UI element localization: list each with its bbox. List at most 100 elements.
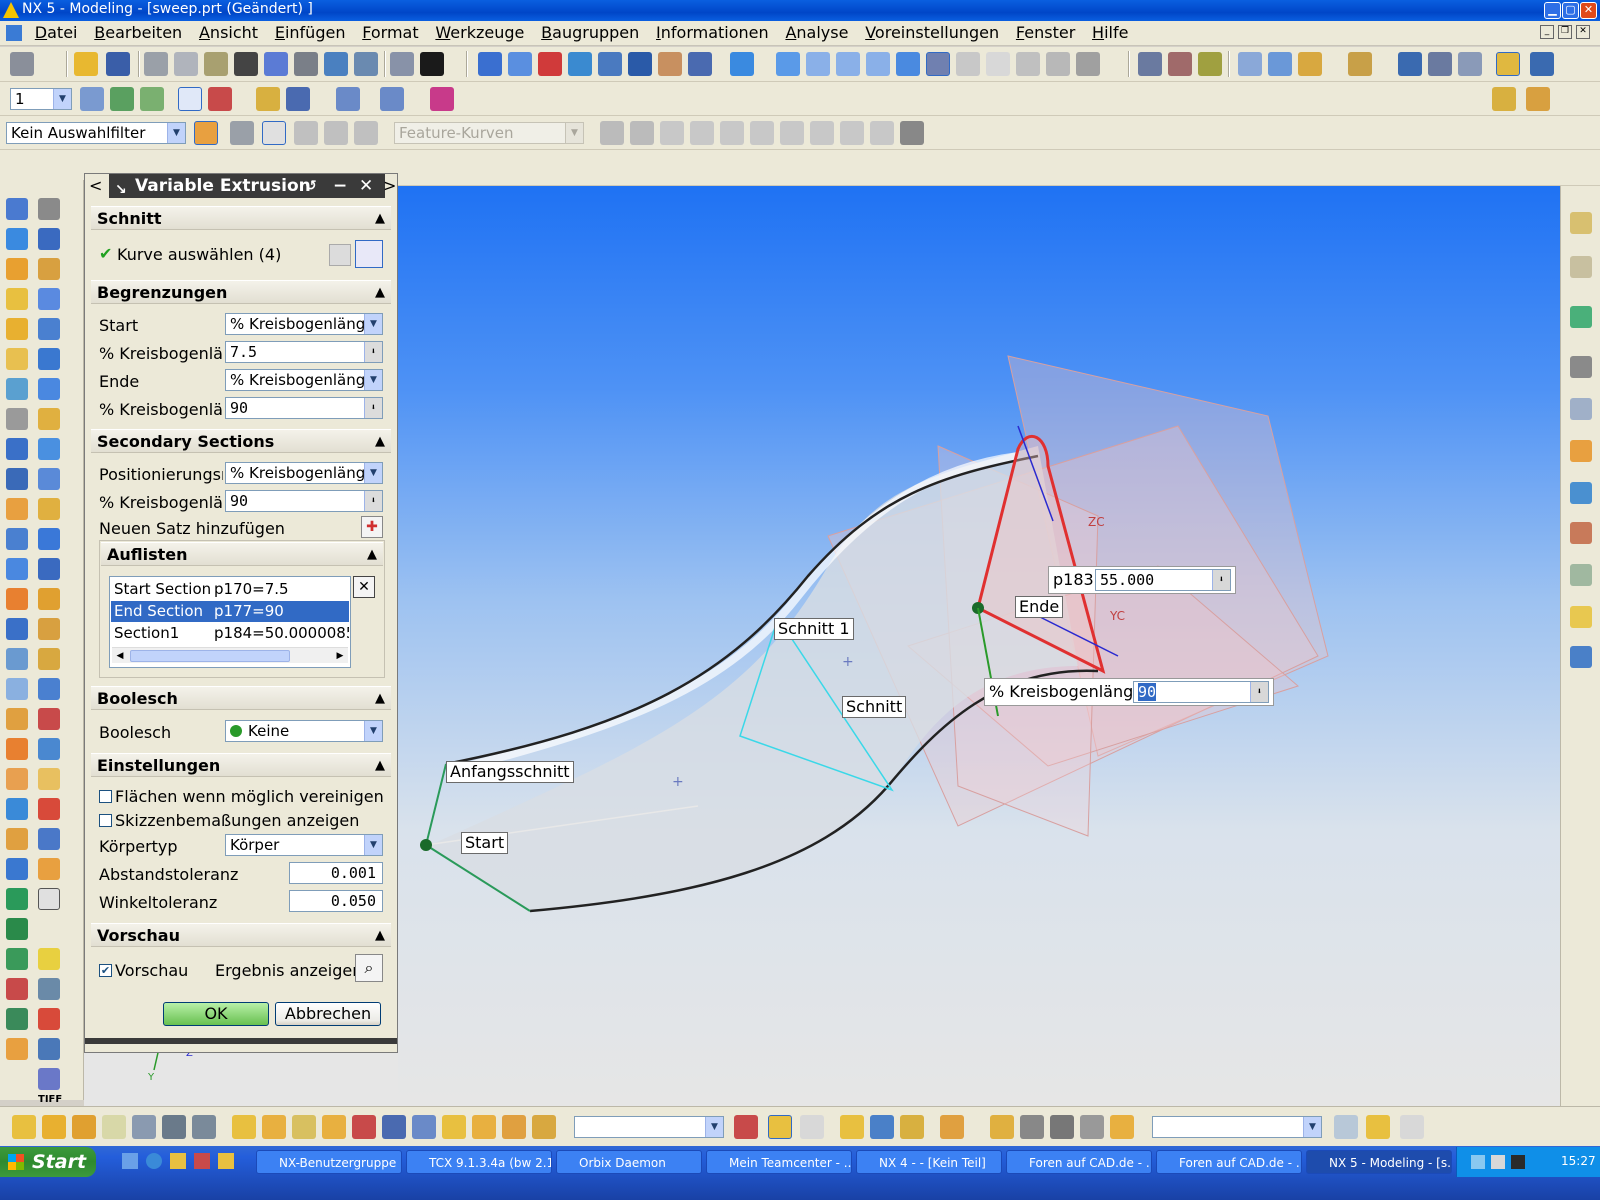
intersect-curve-icon[interactable]: [162, 1115, 186, 1139]
spline-icon[interactable]: [6, 978, 28, 1000]
section-curve-icon[interactable]: [192, 1115, 216, 1139]
anfangsschnitt-label[interactable]: Anfangsschnitt: [446, 761, 574, 783]
doc-close-icon[interactable]: ✕: [1576, 25, 1590, 39]
through-curves-icon[interactable]: [6, 678, 28, 700]
list-item[interactable]: Start Section p170=7.5: [111, 579, 349, 600]
properties-icon[interactable]: [1080, 1115, 1104, 1139]
tray-security-icon[interactable]: [1511, 1155, 1525, 1169]
graph-icon[interactable]: [1400, 1115, 1424, 1139]
intersect-icon[interactable]: [38, 408, 60, 430]
snap-point-on-curve-icon[interactable]: [840, 121, 864, 145]
close-icon[interactable]: ✕: [359, 174, 373, 198]
view-trimetric-icon[interactable]: [896, 52, 920, 76]
document-icon[interactable]: [6, 25, 22, 41]
groove-icon[interactable]: [38, 348, 60, 370]
curve-edit-icon[interactable]: [42, 1115, 66, 1139]
tube-icon[interactable]: [38, 618, 60, 640]
distance-tolerance-input[interactable]: 0.001: [289, 862, 383, 884]
snap-bounded-icon[interactable]: [870, 121, 894, 145]
curve-icon[interactable]: [12, 1115, 36, 1139]
hole-icon[interactable]: [6, 288, 28, 310]
sew-icon[interactable]: [6, 588, 28, 610]
merge-faces-label[interactable]: Flächen wenn möglich vereinigen: [115, 787, 384, 806]
constraint-icon[interactable]: [1458, 52, 1482, 76]
show-result-button[interactable]: ⌕: [355, 954, 383, 982]
system-materials-icon[interactable]: [1570, 398, 1592, 420]
bottom-select-2[interactable]: ▼: [1152, 1116, 1322, 1138]
snap-end-icon[interactable]: [294, 121, 318, 145]
deselect-icon[interactable]: [230, 121, 254, 145]
studio-icon[interactable]: [1046, 52, 1070, 76]
maximize-button[interactable]: ▢: [1562, 2, 1579, 19]
draft-icon[interactable]: [38, 468, 60, 490]
sweep-icon[interactable]: [6, 618, 28, 640]
measure-icon[interactable]: [1138, 52, 1162, 76]
menu-ansicht[interactable]: Ansicht: [193, 21, 264, 45]
snap-tangent-icon[interactable]: [690, 121, 714, 145]
book-icon[interactable]: [38, 228, 60, 250]
view-top-icon[interactable]: [806, 52, 830, 76]
curve-length-icon[interactable]: [412, 1115, 436, 1139]
end-pct-input[interactable]: 90 ⬇: [225, 397, 383, 419]
template-icon[interactable]: [1570, 606, 1592, 628]
active-curve-icon[interactable]: [768, 1115, 792, 1139]
attribute-icon[interactable]: [1110, 1115, 1134, 1139]
split-icon[interactable]: [38, 558, 60, 580]
schnitt-label[interactable]: Schnitt: [842, 696, 907, 718]
task-nx-benutzergruppe[interactable]: NX-Benutzergruppe ...: [256, 1150, 402, 1174]
slot-icon[interactable]: [6, 348, 28, 370]
zoom-window-icon[interactable]: [568, 52, 592, 76]
copy-to-layer-icon[interactable]: [140, 87, 164, 111]
studio-surface-icon[interactable]: [38, 858, 60, 880]
project-curve-icon[interactable]: [132, 1115, 156, 1139]
datum-icon[interactable]: [1268, 52, 1292, 76]
task-orbix-daemon[interactable]: Orbix Daemon: [556, 1150, 702, 1174]
styled-blend-icon[interactable]: [6, 828, 28, 850]
extension-icon[interactable]: [6, 768, 28, 790]
roles-icon[interactable]: [1570, 482, 1592, 504]
render-style-icon[interactable]: [926, 52, 950, 76]
bounded-plane-icon[interactable]: [38, 708, 60, 730]
group-icon[interactable]: [1020, 1115, 1044, 1139]
wave-icon[interactable]: [1496, 52, 1520, 76]
arc-length-value-input[interactable]: 90 ⬇: [1133, 681, 1269, 703]
menu-format[interactable]: Format: [356, 21, 424, 45]
quicklaunch-app-icon[interactable]: [170, 1153, 186, 1169]
menu-einfuegen[interactable]: Einfügen: [269, 21, 352, 45]
section-header-secondary[interactable]: Secondary Sections ▲: [91, 429, 391, 453]
cut-icon[interactable]: [144, 52, 168, 76]
view-iso-icon[interactable]: [776, 52, 800, 76]
snap-point-icon[interactable]: [430, 87, 454, 111]
cylinder-icon[interactable]: [38, 258, 60, 280]
quicklaunch-app3-icon[interactable]: [218, 1153, 234, 1169]
list-item[interactable]: Section1 p184=50.0000085: [111, 623, 349, 644]
section-header-schnitt[interactable]: Schnitt ▲: [91, 206, 391, 230]
select-body-icon[interactable]: [262, 121, 286, 145]
pan-icon[interactable]: [658, 52, 682, 76]
menu-baugruppen[interactable]: Baugruppen: [535, 21, 645, 45]
move-object-icon[interactable]: [940, 1115, 964, 1139]
clock[interactable]: 15:27: [1561, 1154, 1596, 1168]
show-sketch-dims-checkbox[interactable]: [99, 814, 112, 827]
patch-icon[interactable]: [38, 588, 60, 610]
section-header-boolesch[interactable]: Boolesch ▲: [91, 686, 391, 710]
trim-icon[interactable]: [6, 558, 28, 580]
copy-icon[interactable]: [174, 52, 198, 76]
n-sided-icon[interactable]: [38, 738, 60, 760]
list-item[interactable]: End Section p177=90: [111, 601, 349, 622]
ungroup-icon[interactable]: [1050, 1115, 1074, 1139]
split-curve-icon[interactable]: [352, 1115, 376, 1139]
history-icon[interactable]: [1570, 356, 1592, 378]
tray-network-icon[interactable]: [1471, 1155, 1485, 1169]
layer-visible-icon[interactable]: [508, 52, 532, 76]
sketch-options-icon[interactable]: [380, 87, 404, 111]
menu-bearbeiten[interactable]: Bearbeiten: [88, 21, 188, 45]
preview-label[interactable]: Vorschau: [115, 961, 188, 980]
task-nx4[interactable]: NX 4 - - [Kein Teil]: [856, 1150, 1002, 1174]
static-wire-icon[interactable]: [1016, 52, 1040, 76]
dimension-icon[interactable]: [734, 1115, 758, 1139]
scroll-thumb[interactable]: [130, 650, 290, 662]
task-nx5-modeling[interactable]: NX 5 - Modeling - [s...: [1306, 1150, 1452, 1174]
view-right-icon[interactable]: [866, 52, 890, 76]
merge-faces-checkbox[interactable]: [99, 790, 112, 803]
